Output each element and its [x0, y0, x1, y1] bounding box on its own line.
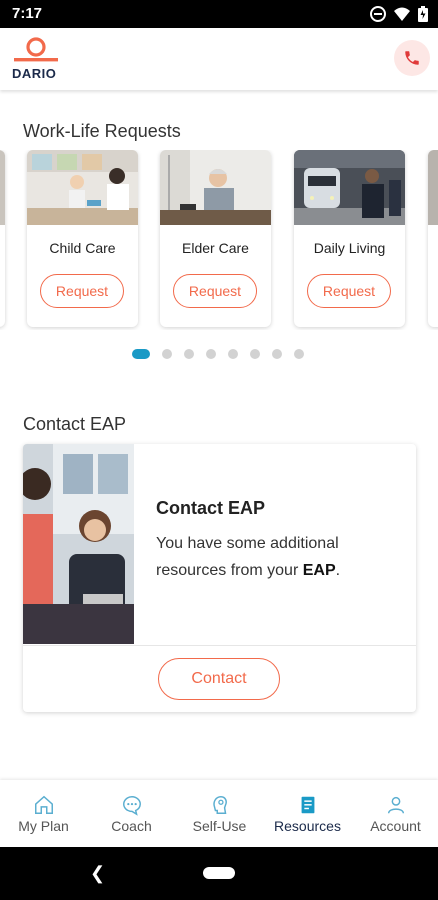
page-dot-active[interactable] — [132, 349, 150, 359]
nav-my-plan[interactable]: My Plan — [0, 780, 87, 847]
nav-self-use[interactable]: Self-Use — [176, 780, 263, 847]
card-title: Daily Living — [313, 240, 386, 256]
work-life-carousel[interactable]: Child Care Request Elder Care Request Da… — [0, 150, 438, 330]
nav-label: My Plan — [18, 818, 69, 834]
page-dot[interactable] — [206, 349, 216, 359]
page-dot[interactable] — [294, 349, 304, 359]
card-partial-left[interactable] — [0, 150, 5, 327]
phone-icon — [405, 51, 419, 65]
do-not-disturb-icon — [370, 6, 386, 22]
divider — [23, 645, 416, 646]
request-button[interactable]: Request — [307, 274, 391, 308]
self-use-icon — [213, 796, 227, 814]
page-dot[interactable] — [162, 349, 172, 359]
eap-body-suffix: . — [335, 562, 341, 579]
card-photo — [428, 150, 438, 225]
page-dot[interactable] — [272, 349, 282, 359]
call-button[interactable] — [394, 40, 430, 76]
daily-living-photo — [294, 150, 405, 225]
nav-coach[interactable]: Coach — [88, 780, 175, 847]
request-button[interactable]: Request — [40, 274, 124, 308]
nav-resources[interactable]: Resources — [264, 780, 351, 847]
eap-body: You have some additional resources from … — [156, 530, 396, 584]
chat-icon — [123, 796, 141, 816]
battery-icon — [418, 6, 428, 22]
carousel-pagination — [132, 349, 304, 359]
nav-label: Coach — [111, 818, 152, 834]
status-time: 7:17 — [12, 5, 43, 22]
home-pill-icon[interactable] — [203, 867, 235, 879]
page-dot[interactable] — [228, 349, 238, 359]
card-partial-right[interactable] — [428, 150, 438, 327]
nav-label: Resources — [274, 818, 341, 834]
eap-heading: Contact EAP — [156, 498, 266, 518]
card-child-care[interactable]: Child Care Request — [27, 150, 138, 327]
page-dot[interactable] — [184, 349, 194, 359]
logo-mark-icon — [14, 37, 58, 62]
eap-photo — [23, 444, 134, 644]
dario-logo[interactable]: DARIO — [12, 36, 60, 84]
status-icons — [370, 6, 428, 22]
resources-icon — [301, 796, 315, 814]
contact-eap-section-title: Contact EAP — [23, 414, 127, 434]
nav-label: Account — [370, 818, 421, 834]
contact-eap-card: Contact EAP You have some additional res… — [23, 444, 416, 712]
status-bar: 7:17 — [0, 0, 438, 28]
back-icon[interactable]: ❮ — [90, 863, 105, 884]
nav-account[interactable]: Account — [352, 780, 438, 847]
account-icon — [387, 796, 405, 814]
request-button[interactable]: Request — [173, 274, 257, 308]
system-nav-bar: ❮ — [0, 847, 438, 900]
app-header: DARIO — [0, 28, 438, 90]
elder-care-photo — [160, 150, 271, 225]
card-title: Elder Care — [182, 240, 249, 256]
nav-label: Self-Use — [192, 818, 247, 834]
wifi-icon — [394, 7, 410, 21]
page-dot[interactable] — [250, 349, 260, 359]
card-daily-living[interactable]: Daily Living Request — [294, 150, 405, 327]
card-elder-care[interactable]: Elder Care Request — [160, 150, 271, 327]
child-care-photo — [27, 150, 138, 225]
bottom-nav: My Plan Coach Self-Use Resources Account — [0, 780, 438, 847]
home-icon — [35, 795, 53, 814]
work-life-title: Work-Life Requests — [23, 121, 181, 141]
card-title: Child Care — [49, 240, 116, 256]
eap-body-bold: EAP — [302, 562, 336, 579]
logo-text: DARIO — [12, 66, 57, 81]
contact-button[interactable]: Contact — [158, 658, 280, 700]
card-photo — [0, 150, 5, 225]
